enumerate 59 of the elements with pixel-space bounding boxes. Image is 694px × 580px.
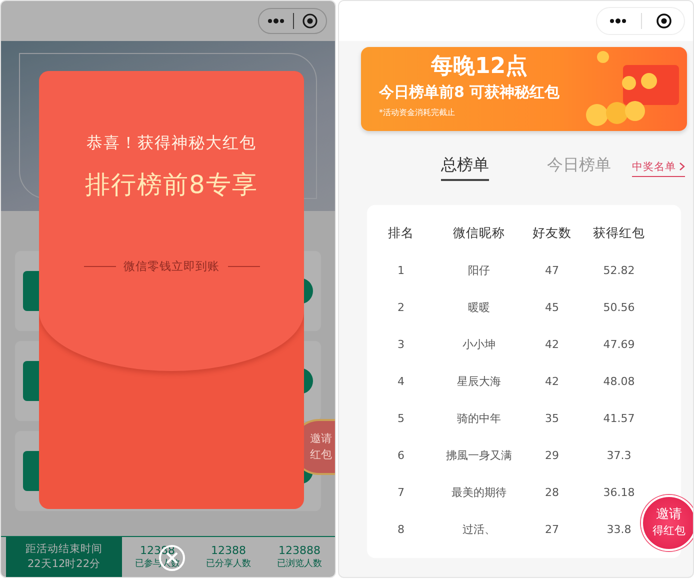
table-cell: 星辰大海 bbox=[457, 374, 501, 389]
envelope-headline: 排行榜前8专享 bbox=[85, 169, 258, 201]
table-cell: 41.57 bbox=[603, 412, 635, 425]
chevron-right-icon bbox=[679, 162, 685, 171]
countdown-value: 22天12时22分 bbox=[27, 557, 101, 572]
table-cell: 2 bbox=[398, 301, 404, 314]
table-cell: 37.3 bbox=[606, 449, 632, 462]
table-cell: 47 bbox=[545, 264, 559, 277]
table-cell: 阳仔 bbox=[468, 263, 490, 278]
table-cell: 45 bbox=[545, 301, 559, 314]
envelope-subtitle: 微信零钱立即到账 bbox=[124, 259, 220, 274]
table-cell: 47.69 bbox=[603, 338, 635, 351]
close-target-icon[interactable] bbox=[656, 13, 672, 29]
table-cell: 骑的中年 bbox=[457, 411, 501, 426]
table-cell: 29 bbox=[545, 449, 559, 462]
stat-label: 已浏览人数 bbox=[277, 558, 322, 570]
table-cell: 52.82 bbox=[603, 264, 635, 277]
table-cell: 过活、 bbox=[462, 522, 496, 537]
table-cell: 28 bbox=[545, 486, 559, 499]
close-target-icon[interactable] bbox=[302, 13, 318, 29]
table-cell: 5 bbox=[398, 412, 404, 425]
greeting-text: 恭喜！获得神秘大红包 bbox=[86, 133, 256, 154]
banner-subline: 今日榜单前8 可获神秘红包 bbox=[379, 82, 560, 103]
promo-banner[interactable]: 每晚12点 今日榜单前8 可获神秘红包 *活动资金消耗完截止 bbox=[361, 47, 687, 131]
column-header: 获得红包 bbox=[593, 225, 645, 242]
column-header: 微信昵称 bbox=[453, 225, 505, 242]
more-icon[interactable] bbox=[609, 18, 627, 24]
table-cell: 42 bbox=[545, 338, 559, 351]
table-cell: 最美的期待 bbox=[452, 485, 506, 500]
column-header: 排名 bbox=[388, 225, 414, 242]
table-cell: 1 bbox=[398, 264, 404, 277]
table-cell: 暖暖 bbox=[468, 300, 490, 315]
leaderboard-tab[interactable]: 总榜单 bbox=[441, 155, 489, 181]
more-icon[interactable] bbox=[267, 18, 285, 24]
table-cell: 4 bbox=[398, 375, 404, 388]
table-cell: 3 bbox=[398, 338, 404, 351]
banner-note: *活动资金消耗完截止 bbox=[379, 107, 455, 118]
capsule-menu[interactable] bbox=[258, 8, 327, 34]
table-cell: 36.18 bbox=[603, 486, 635, 499]
stat-label: 已分享人数 bbox=[206, 558, 251, 570]
table-cell: 7 bbox=[398, 486, 404, 499]
leaderboard-tab[interactable]: 今日榜单 bbox=[547, 155, 611, 181]
table-cell: 50.56 bbox=[603, 301, 635, 314]
table-cell: 33.8 bbox=[606, 523, 632, 536]
table-cell: 小小坤 bbox=[462, 337, 496, 352]
table-cell: 8 bbox=[398, 523, 404, 536]
table-cell: 27 bbox=[545, 523, 559, 536]
stat-value: 12388 bbox=[211, 544, 246, 557]
invite-button[interactable]: 邀请 得红包 bbox=[641, 495, 693, 551]
table-cell: 35 bbox=[545, 412, 559, 425]
table-cell: 拂風一身又满 bbox=[446, 448, 512, 463]
stat-value: 123888 bbox=[278, 544, 320, 557]
countdown-label: 距活动结束时间 bbox=[26, 542, 102, 557]
table-cell: 48.08 bbox=[603, 375, 635, 388]
winners-link[interactable]: 中奖名单 bbox=[632, 160, 685, 176]
table-cell: 42 bbox=[545, 375, 559, 388]
banner-headline: 每晚12点 bbox=[431, 53, 528, 81]
table-cell: 6 bbox=[398, 449, 404, 462]
column-header: 好友数 bbox=[532, 225, 572, 242]
